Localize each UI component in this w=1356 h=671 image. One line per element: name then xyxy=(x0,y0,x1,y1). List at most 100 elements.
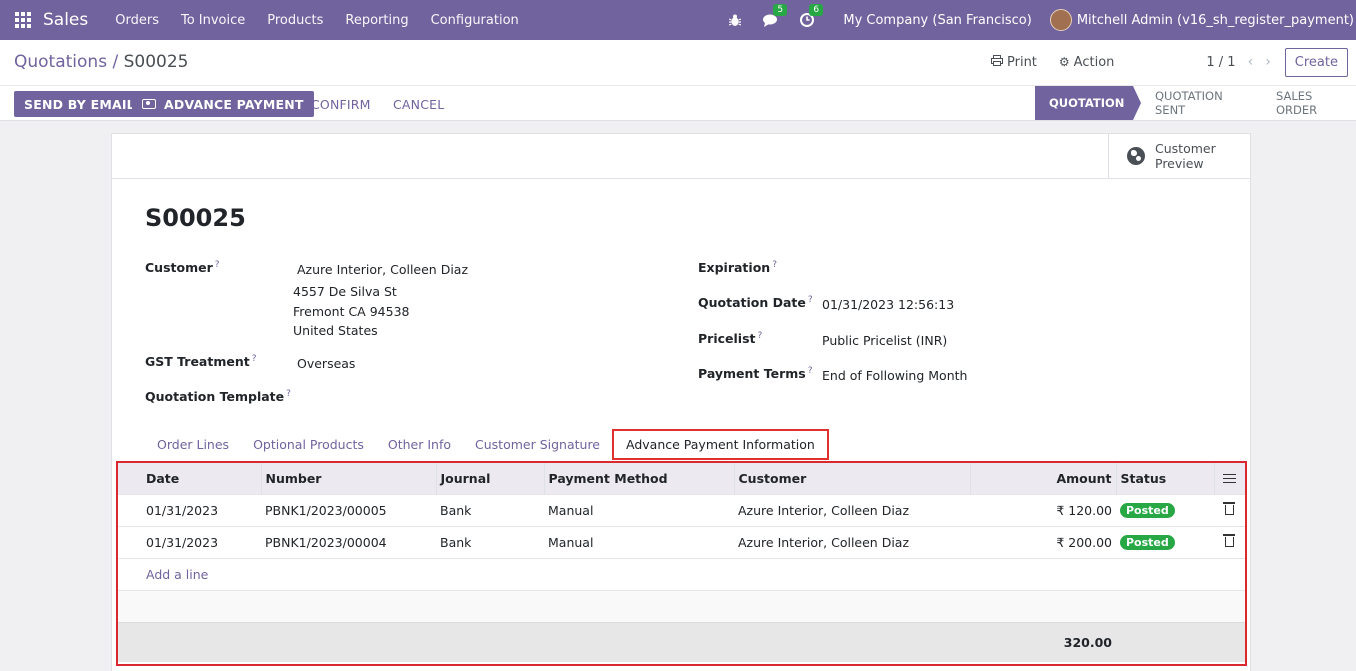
tab-optional-products[interactable]: Optional Products xyxy=(241,429,376,460)
print-icon xyxy=(991,55,1003,69)
row-journal: Bank xyxy=(436,493,544,526)
sliders-icon xyxy=(1223,473,1237,484)
row-status: Posted xyxy=(1116,525,1214,558)
column-journal[interactable]: Journal xyxy=(436,463,545,494)
column-customer[interactable]: Customer xyxy=(734,463,971,494)
optional-columns-toggle[interactable] xyxy=(1214,463,1245,494)
apps-menu-icon[interactable] xyxy=(15,12,31,28)
advance-payment-table: Date Number Journal Payment Method Custo… xyxy=(116,461,1247,666)
breadcrumb-separator: / xyxy=(107,52,124,72)
globe-icon xyxy=(1127,147,1145,165)
top-navbar: Sales Orders To Invoice Products Reporti… xyxy=(0,0,1356,40)
user-menu[interactable]: Mitchell Admin (v16_sh_register_payment) xyxy=(1077,13,1354,28)
add-line-row: Add a line xyxy=(118,557,1245,590)
quotation-date-field[interactable]: 01/31/2023 12:56:13 xyxy=(822,297,954,312)
trash-icon[interactable] xyxy=(1223,534,1235,547)
send-by-email-button[interactable]: SEND BY EMAIL xyxy=(14,91,145,117)
address-country: United States xyxy=(293,323,378,338)
trash-icon[interactable] xyxy=(1223,502,1235,515)
statusbar: QUOTATION QUOTATION SENT SALES ORDER xyxy=(1035,86,1356,120)
total-amount: 320.00 xyxy=(970,621,1116,662)
column-amount[interactable]: Amount xyxy=(970,463,1117,494)
pricelist-field[interactable]: Public Pricelist (INR) xyxy=(822,333,947,348)
breadcrumb-quotations[interactable]: Quotations xyxy=(14,52,107,72)
tab-advance-payment-information[interactable]: Advance Payment Information xyxy=(612,429,829,460)
customer-preview-label: Customer Preview xyxy=(1155,141,1216,171)
menu-to-invoice[interactable]: To Invoice xyxy=(170,13,256,28)
row-date: 01/31/2023 xyxy=(118,493,261,526)
smart-button-box: Customer Preview xyxy=(112,134,1250,179)
bug-icon[interactable] xyxy=(725,10,745,30)
total-row: 320.00 xyxy=(118,621,1245,662)
status-quotation-sent[interactable]: QUOTATION SENT xyxy=(1133,86,1254,120)
gst-treatment-label: GST Treatment? xyxy=(145,354,257,370)
table-row[interactable]: 01/31/2023 PBNK1/2023/00004 Bank Manual … xyxy=(118,525,1245,558)
tab-customer-signature[interactable]: Customer Signature xyxy=(463,429,612,460)
main-menu: Orders To Invoice Products Reporting Con… xyxy=(104,13,530,28)
breadcrumb: Quotations / S00025 xyxy=(14,52,188,72)
action-label: Action xyxy=(1073,54,1115,70)
advance-payment-button[interactable]: ADVANCE PAYMENT xyxy=(132,91,314,117)
address-street: 4557 De Silva St xyxy=(293,284,397,299)
breadcrumb-current: S00025 xyxy=(123,52,189,72)
create-button[interactable]: Create xyxy=(1284,47,1348,77)
table-row[interactable]: 01/31/2023 PBNK1/2023/00005 Bank Manual … xyxy=(118,493,1245,526)
company-switcher[interactable]: My Company (San Francisco) xyxy=(843,13,1031,28)
record-title: S00025 xyxy=(145,204,246,232)
menu-orders[interactable]: Orders xyxy=(104,13,170,28)
gst-treatment-field[interactable]: Overseas xyxy=(297,356,355,371)
pricelist-label: Pricelist? xyxy=(698,331,763,347)
row-status: Posted xyxy=(1116,493,1214,526)
control-panel: Quotations / S00025 Print ⚙ Action 1 / 1… xyxy=(0,40,1356,121)
quotation-template-label: Quotation Template? xyxy=(145,389,291,405)
menu-configuration[interactable]: Configuration xyxy=(420,13,530,28)
column-date[interactable]: Date xyxy=(118,463,262,494)
column-status[interactable]: Status xyxy=(1116,463,1215,494)
messages-badge: 5 xyxy=(773,4,788,16)
customer-field[interactable]: Azure Interior, Colleen Diaz xyxy=(297,262,468,277)
pager-value[interactable]: 1 / 1 xyxy=(1206,55,1235,70)
row-number: PBNK1/2023/00005 xyxy=(261,493,436,526)
row-payment-method: Manual xyxy=(544,493,734,526)
control-actions: Print ⚙ Action 1 / 1 ‹ › Create xyxy=(991,47,1356,77)
cancel-button[interactable]: CANCEL xyxy=(393,91,444,117)
customer-preview-line2: Preview xyxy=(1155,156,1204,171)
print-label: Print xyxy=(1007,54,1037,70)
advance-payment-label: ADVANCE PAYMENT xyxy=(164,96,304,112)
customer-preview-line1: Customer xyxy=(1155,141,1216,156)
customer-preview-button[interactable]: Customer Preview xyxy=(1108,134,1250,178)
notebook-tabs: Order Lines Optional Products Other Info… xyxy=(145,429,829,460)
messages-icon[interactable]: 5 xyxy=(761,4,788,30)
pager-next-icon[interactable]: › xyxy=(1265,54,1271,70)
menu-products[interactable]: Products xyxy=(256,13,334,28)
status-sales-order[interactable]: SALES ORDER xyxy=(1254,86,1356,120)
pager-previous-icon[interactable]: ‹ xyxy=(1248,54,1254,70)
row-customer: Azure Interior, Colleen Diaz xyxy=(734,525,970,558)
confirm-button[interactable]: CONFIRM xyxy=(311,91,371,117)
payment-terms-field[interactable]: End of Following Month xyxy=(822,368,967,383)
payment-terms-label: Payment Terms? xyxy=(698,366,813,382)
menu-reporting[interactable]: Reporting xyxy=(334,13,419,28)
action-button[interactable]: ⚙ Action xyxy=(1059,55,1114,70)
print-button[interactable]: Print xyxy=(991,55,1037,70)
row-customer: Azure Interior, Colleen Diaz xyxy=(734,493,970,526)
money-icon xyxy=(142,99,156,109)
quotation-date-label: Quotation Date? xyxy=(698,295,813,311)
customer-label: Customer? xyxy=(145,260,220,276)
row-delete[interactable] xyxy=(1214,525,1245,558)
tab-other-info[interactable]: Other Info xyxy=(376,429,463,460)
avatar[interactable] xyxy=(1049,9,1072,31)
status-quotation[interactable]: QUOTATION xyxy=(1035,86,1141,120)
expiration-label: Expiration? xyxy=(698,260,777,276)
tab-order-lines[interactable]: Order Lines xyxy=(145,429,241,460)
row-amount: ₹ 120.00 xyxy=(970,493,1116,526)
add-a-line-link[interactable]: Add a line xyxy=(146,567,208,582)
activity-clock-icon[interactable]: 6 xyxy=(797,4,824,30)
row-number: PBNK1/2023/00004 xyxy=(261,525,436,558)
status-badge: Posted xyxy=(1120,535,1175,550)
column-payment-method[interactable]: Payment Method xyxy=(544,463,735,494)
column-number[interactable]: Number xyxy=(261,463,437,494)
row-delete[interactable] xyxy=(1214,493,1245,526)
app-name[interactable]: Sales xyxy=(43,10,88,30)
gear-icon: ⚙ xyxy=(1058,55,1070,69)
